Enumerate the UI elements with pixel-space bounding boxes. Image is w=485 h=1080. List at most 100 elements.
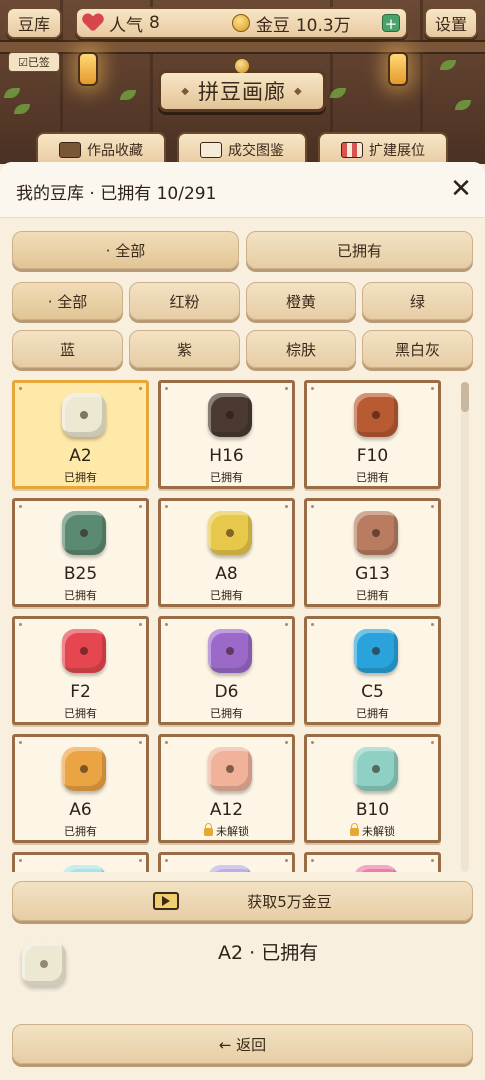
bead-status: 未解锁	[307, 823, 438, 839]
popularity-value: 8	[149, 13, 160, 33]
coin-icon	[231, 14, 250, 32]
signed-in-badge[interactable]: ☑已签	[8, 52, 60, 72]
bead-swatch	[62, 511, 106, 555]
filter-owned-button[interactable]: 已拥有	[246, 231, 473, 269]
color-filter-red-pink[interactable]: 红粉	[129, 282, 240, 320]
heart-icon	[83, 14, 103, 32]
bead-status: 已拥有	[161, 587, 292, 603]
bead-status-text: 已拥有	[210, 707, 243, 720]
bead-code: C5	[361, 682, 384, 702]
bead-status: 已拥有	[307, 587, 438, 603]
nav-expand-booth[interactable]: 扩建展位	[318, 132, 448, 164]
diamond-ornament-icon: ◆	[181, 85, 190, 97]
bead-card[interactable]	[12, 852, 149, 872]
bead-status: 已拥有	[307, 705, 438, 721]
add-coins-button[interactable]: +	[382, 14, 400, 33]
gallery-title: 拼豆画廊	[198, 80, 286, 104]
gallery-header-scene: 豆库 人气 8 金豆 10.3万 + 设置 ☑已签 ◆ 拼豆画廊 ◆ 作品收藏 …	[0, 0, 485, 164]
popularity-label: 人气	[109, 15, 143, 36]
bead-status: 已拥有	[161, 469, 292, 485]
lantern-icon	[78, 52, 98, 86]
bead-status-text: 已拥有	[64, 707, 97, 720]
coins-value: 10.3万	[295, 15, 351, 36]
bead-swatch	[354, 629, 398, 673]
bead-status-text: 已拥有	[210, 471, 243, 484]
bead-status: 已拥有	[15, 587, 146, 603]
scrollbar-thumb[interactable]	[461, 382, 469, 412]
vine-leaf-icon	[330, 88, 346, 98]
bead-swatch	[62, 747, 106, 791]
bead-code: A12	[209, 800, 244, 820]
bead-code: A2	[69, 446, 92, 466]
bead-code: D6	[214, 682, 239, 702]
bead-card[interactable]: G13 已拥有	[304, 498, 441, 607]
color-filter-all[interactable]: · 全部	[12, 282, 123, 320]
bead-status-text: 已拥有	[356, 707, 389, 720]
bead-status: 已拥有	[307, 469, 438, 485]
filter-all-button[interactable]: · 全部	[12, 231, 239, 269]
video-ad-icon	[153, 892, 180, 910]
bead-swatch	[62, 393, 106, 437]
bead-swatch	[354, 393, 398, 437]
color-filter-grayscale[interactable]: 黑白灰	[362, 330, 473, 368]
bead-card[interactable]: A2 已拥有	[12, 380, 149, 489]
bead-card[interactable]: F10 已拥有	[304, 380, 441, 489]
close-button[interactable]: ✕	[446, 174, 476, 204]
bean-bank-button[interactable]: 豆库	[6, 7, 62, 39]
bead-swatch	[62, 865, 106, 872]
bead-status-text: 已拥有	[356, 589, 389, 602]
nav-label: 作品收藏	[87, 143, 143, 159]
bead-card[interactable]: A6 已拥有	[12, 734, 149, 843]
bead-card[interactable]: A8 已拥有	[158, 498, 295, 607]
bead-code: B25	[63, 564, 98, 584]
color-filter-orange-yellow[interactable]: 橙黄	[246, 282, 356, 320]
color-filter-purple[interactable]: 紫	[129, 330, 240, 368]
bead-code: F10	[356, 446, 389, 466]
nav-works-collection[interactable]: 作品收藏	[36, 132, 166, 164]
bead-swatch	[208, 511, 252, 555]
back-button[interactable]: ← 返回	[12, 1024, 473, 1064]
coins-label: 金豆	[255, 15, 290, 36]
shop-awning-icon	[341, 142, 363, 158]
bead-card[interactable]	[158, 852, 295, 872]
color-filter-green[interactable]: 绿	[362, 282, 473, 320]
bead-swatch	[354, 865, 398, 872]
open-book-icon	[200, 142, 222, 158]
get-coins-button[interactable]: 获取5万金豆	[12, 881, 473, 921]
bead-status-text: 已拥有	[64, 589, 97, 602]
bead-card[interactable]: H16 已拥有	[158, 380, 295, 489]
bead-swatch	[208, 629, 252, 673]
bean-bank-panel: 我的豆库 · 已拥有 10/291 ✕ · 全部 已拥有 · 全部 红粉 橙黄 …	[0, 162, 485, 1080]
diamond-ornament-icon: ◆	[294, 85, 303, 97]
bead-swatch	[354, 511, 398, 555]
color-filter-brown-skin[interactable]: 棕肤	[246, 330, 356, 368]
bead-swatch	[208, 393, 252, 437]
bead-status-text: 已拥有	[64, 825, 97, 838]
bead-swatch	[62, 629, 106, 673]
selected-bead-preview	[22, 942, 66, 986]
game-screen: { "header": { "bank_button": "豆库", "popu…	[0, 0, 485, 1080]
bead-status-text: 未解锁	[362, 825, 395, 838]
color-filter-blue[interactable]: 蓝	[12, 330, 123, 368]
bead-status-text: 已拥有	[64, 471, 97, 484]
bead-code: A6	[69, 800, 92, 820]
panel-title: 我的豆库 · 已拥有 10/291	[16, 184, 217, 204]
bead-status: 已拥有	[15, 823, 146, 839]
settings-button[interactable]: 设置	[424, 7, 478, 39]
vine-leaf-icon	[120, 90, 136, 100]
lock-icon	[350, 823, 359, 836]
bead-card[interactable]: D6 已拥有	[158, 616, 295, 725]
bead-card[interactable]: F2 已拥有	[12, 616, 149, 725]
vine-leaf-icon	[455, 100, 471, 110]
bead-code: A8	[215, 564, 238, 584]
bead-card[interactable]: B25 已拥有	[12, 498, 149, 607]
bead-card[interactable]: A12 未解锁	[158, 734, 295, 843]
bead-card[interactable]	[304, 852, 441, 872]
bead-card[interactable]: B10 未解锁	[304, 734, 441, 843]
bead-swatch	[208, 747, 252, 791]
bead-card[interactable]: C5 已拥有	[304, 616, 441, 725]
bead-code: F2	[70, 682, 91, 702]
grid-scrollbar[interactable]	[461, 382, 469, 872]
nav-trade-catalog[interactable]: 成交图鉴	[177, 132, 307, 164]
get-coins-label: 获取5万金豆	[247, 892, 332, 911]
